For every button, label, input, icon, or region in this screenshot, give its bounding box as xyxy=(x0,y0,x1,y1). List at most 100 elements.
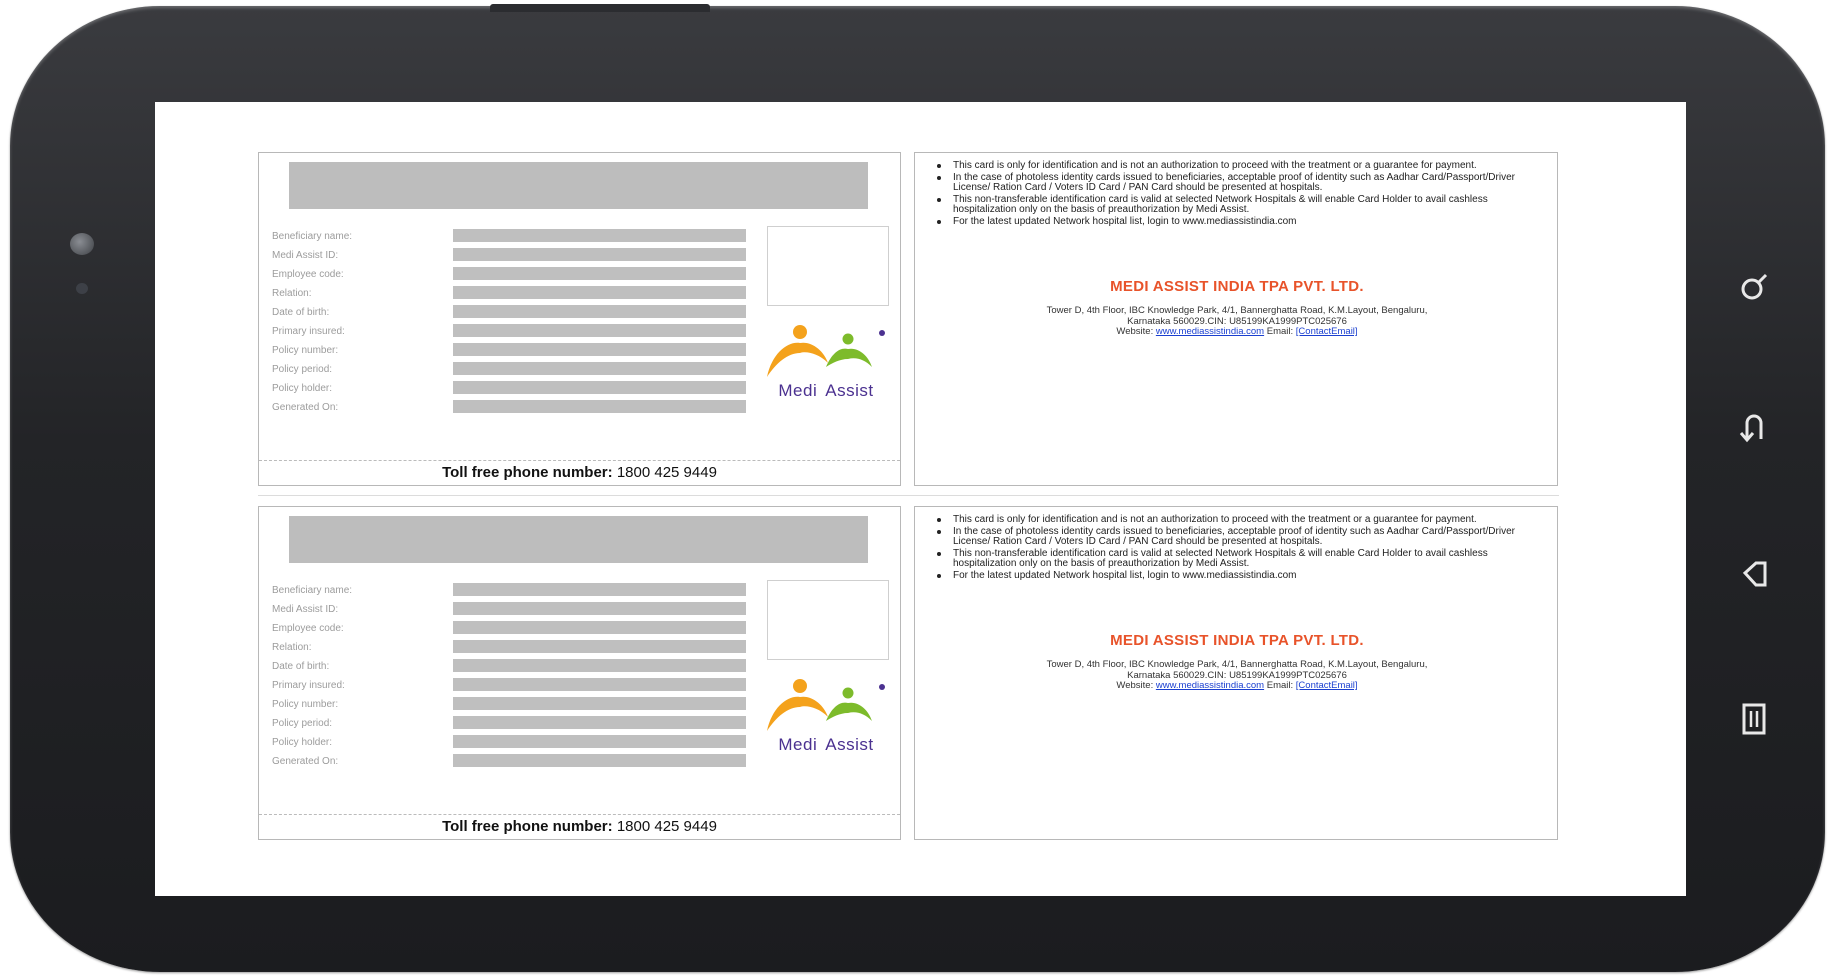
photo-placeholder xyxy=(767,580,889,660)
field-value-bar xyxy=(453,362,746,375)
field-label: Beneficiary name: xyxy=(272,231,353,242)
field-value-bar xyxy=(453,400,746,413)
field-label: Date of birth: xyxy=(272,661,330,672)
menu-icon[interactable] xyxy=(1734,698,1774,738)
field-row: Beneficiary name: xyxy=(272,583,746,602)
field-label: Date of birth: xyxy=(272,307,330,318)
card-set-2: Beneficiary name: Medi Assist ID: Employ… xyxy=(258,506,1559,840)
address-line-1: Tower D, 4th Floor, IBC Knowledge Park, … xyxy=(1046,659,1428,670)
field-value-bar xyxy=(453,248,746,261)
logo-text: Medi Assist xyxy=(778,381,874,400)
logo-text: Medi Assist xyxy=(778,735,874,754)
field-value-bar xyxy=(453,324,746,337)
field-label: Generated On: xyxy=(272,756,339,767)
field-value-bar xyxy=(453,381,746,394)
field-row: Employee code: xyxy=(272,621,746,640)
terms-item: For the latest updated Network hospital … xyxy=(937,216,1547,228)
field-label: Relation: xyxy=(272,642,312,653)
field-label: Medi Assist ID: xyxy=(272,250,339,261)
field-row: Policy period: xyxy=(272,716,746,735)
company-name: MEDI ASSIST INDIA TPA PVT. LTD. xyxy=(1110,278,1364,295)
field-label: Employee code: xyxy=(272,623,344,634)
contact-line: Website: www.mediassistindia.com Email: … xyxy=(915,680,1559,692)
terms-list: This card is only for identification and… xyxy=(937,160,1547,228)
field-value-bar xyxy=(453,659,746,672)
field-row: Generated On: xyxy=(272,400,746,419)
field-value-bar xyxy=(453,583,746,596)
field-value-bar xyxy=(453,229,746,242)
email-link[interactable]: [ContactEmail] xyxy=(1296,680,1358,691)
field-row: Policy holder: xyxy=(272,381,746,400)
search-icon[interactable] xyxy=(1734,267,1774,307)
terms-list: This card is only for identification and… xyxy=(937,514,1547,582)
field-label: Policy holder: xyxy=(272,737,333,748)
terms-item: This non-transferable identification car… xyxy=(937,548,1547,570)
address-line-1: Tower D, 4th Floor, IBC Knowledge Park, … xyxy=(1046,305,1428,316)
power-button[interactable] xyxy=(490,4,710,12)
field-value-bar xyxy=(453,621,746,634)
tollfree-number: 1800 425 9449 xyxy=(616,464,717,481)
tollfree-line: Toll free phone number: 1800 425 9449 xyxy=(259,814,900,835)
field-row: Date of birth: xyxy=(272,659,746,678)
tollfree-label: Toll free phone number: xyxy=(442,818,613,835)
light-sensor xyxy=(76,283,88,294)
divider xyxy=(258,495,1559,496)
company-address: Tower D, 4th Floor, IBC Knowledge Park, … xyxy=(915,305,1559,338)
field-row: Relation: xyxy=(272,286,746,305)
field-value-bar xyxy=(453,697,746,710)
field-label: Primary insured: xyxy=(272,680,345,691)
terms-item: This card is only for identification and… xyxy=(937,160,1547,172)
website-label: Website: xyxy=(1116,326,1154,337)
card-front: Beneficiary name: Medi Assist ID: Employ… xyxy=(258,506,901,840)
field-label: Policy period: xyxy=(272,718,333,729)
field-row: Date of birth: xyxy=(272,305,746,324)
field-row: Primary insured: xyxy=(272,678,746,697)
field-label: Medi Assist ID: xyxy=(272,604,339,615)
field-label: Policy number: xyxy=(272,699,339,710)
field-row: Policy number: xyxy=(272,343,746,362)
field-label: Primary insured: xyxy=(272,326,345,337)
tollfree-number: 1800 425 9449 xyxy=(616,818,717,835)
field-value-bar xyxy=(453,754,746,767)
field-label: Employee code: xyxy=(272,269,344,280)
field-row: Policy holder: xyxy=(272,735,746,754)
card-set-1: Beneficiary name: Medi Assist ID: Employ… xyxy=(258,152,1559,486)
tollfree-label: Toll free phone number: xyxy=(442,464,613,481)
website-link[interactable]: www.mediassistindia.com xyxy=(1156,680,1264,691)
field-value-bar xyxy=(453,716,746,729)
field-label: Policy holder: xyxy=(272,383,333,394)
email-label: Email: xyxy=(1266,326,1294,337)
email-link[interactable]: [ContactEmail] xyxy=(1296,326,1358,337)
field-row: Generated On: xyxy=(272,754,746,773)
field-list: Beneficiary name: Medi Assist ID: Employ… xyxy=(272,583,746,773)
field-row: Policy number: xyxy=(272,697,746,716)
terms-item: This non-transferable identification car… xyxy=(937,194,1547,216)
field-value-bar xyxy=(453,735,746,748)
back-icon[interactable] xyxy=(1734,408,1774,448)
card-front: Beneficiary name: Medi Assist ID: Employ… xyxy=(258,152,901,486)
website-link[interactable]: www.mediassistindia.com xyxy=(1156,326,1264,337)
field-row: Relation: xyxy=(272,640,746,659)
contact-line: Website: www.mediassistindia.com Email: … xyxy=(915,326,1559,338)
field-label: Generated On: xyxy=(272,402,339,413)
camera-icon xyxy=(70,233,94,255)
home-icon[interactable] xyxy=(1734,554,1774,594)
card-back: This card is only for identification and… xyxy=(914,152,1558,486)
field-row: Medi Assist ID: xyxy=(272,248,746,267)
field-row: Medi Assist ID: xyxy=(272,602,746,621)
name-placeholder-bar xyxy=(289,516,868,563)
field-value-bar xyxy=(453,343,746,356)
field-label: Policy period: xyxy=(272,364,333,375)
field-value-bar xyxy=(453,267,746,280)
field-value-bar xyxy=(453,602,746,615)
field-value-bar xyxy=(453,286,746,299)
field-value-bar xyxy=(453,305,746,318)
terms-item: In the case of photoless identity cards … xyxy=(937,526,1547,548)
field-row: Employee code: xyxy=(272,267,746,286)
company-name: MEDI ASSIST INDIA TPA PVT. LTD. xyxy=(1110,632,1364,649)
website-label: Website: xyxy=(1116,680,1154,691)
terms-item: For the latest updated Network hospital … xyxy=(937,570,1547,582)
tollfree-line: Toll free phone number: 1800 425 9449 xyxy=(259,460,900,481)
field-row: Primary insured: xyxy=(272,324,746,343)
field-label: Beneficiary name: xyxy=(272,585,353,596)
